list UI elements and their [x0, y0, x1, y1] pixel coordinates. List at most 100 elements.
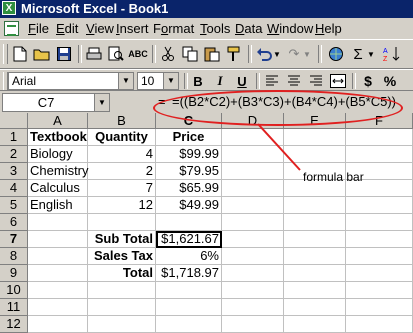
- cell-c4[interactable]: $65.99: [156, 180, 222, 197]
- copy-icon[interactable]: [180, 44, 200, 64]
- open-folder-icon[interactable]: [32, 44, 52, 64]
- row-header-4[interactable]: 4: [0, 180, 28, 197]
- cell-a5[interactable]: English: [28, 197, 88, 214]
- undo-icon[interactable]: [254, 44, 274, 64]
- menu-item[interactable]: Edit: [56, 21, 78, 36]
- cell-c11[interactable]: [156, 299, 222, 316]
- cell-b7[interactable]: Sub Total: [88, 231, 156, 248]
- cell-e1[interactable]: [284, 129, 346, 146]
- redo-icon[interactable]: ↷: [284, 44, 304, 64]
- cell-f12[interactable]: [346, 316, 413, 333]
- cell-b1[interactable]: Quantity: [88, 129, 156, 146]
- column-header-a[interactable]: A: [28, 113, 88, 129]
- row-header-5[interactable]: 5: [0, 197, 28, 214]
- percent-button[interactable]: %: [380, 71, 400, 91]
- underline-button[interactable]: U: [232, 71, 252, 91]
- row-header-8[interactable]: 8: [0, 248, 28, 265]
- cell-b2[interactable]: 4: [88, 146, 156, 163]
- cell-c1[interactable]: Price: [156, 129, 222, 146]
- cell-d6[interactable]: [222, 214, 284, 231]
- cell-d5[interactable]: [222, 197, 284, 214]
- row-header-12[interactable]: 12: [0, 316, 28, 333]
- cell-d8[interactable]: [222, 248, 284, 265]
- cell-f10[interactable]: [346, 282, 413, 299]
- cell-c5[interactable]: $49.99: [156, 197, 222, 214]
- cell-c2[interactable]: $99.99: [156, 146, 222, 163]
- name-box[interactable]: C7 ▼: [2, 93, 110, 112]
- hyperlink-icon[interactable]: [326, 44, 346, 64]
- cell-c12[interactable]: [156, 316, 222, 333]
- cell-e5[interactable]: [284, 197, 346, 214]
- cell-c10[interactable]: [156, 282, 222, 299]
- cell-e7[interactable]: [284, 231, 346, 248]
- cell-d1[interactable]: [222, 129, 284, 146]
- bold-button[interactable]: B: [188, 71, 208, 91]
- cell-a4[interactable]: Calculus: [28, 180, 88, 197]
- sort-ascending-icon[interactable]: AZ: [382, 44, 402, 64]
- align-right-icon[interactable]: [306, 71, 326, 91]
- cell-b6[interactable]: [88, 214, 156, 231]
- cell-d2[interactable]: [222, 146, 284, 163]
- merge-center-icon[interactable]: [328, 71, 348, 91]
- autosum-dropdown-icon[interactable]: ▼: [366, 44, 376, 64]
- align-left-icon[interactable]: [262, 71, 282, 91]
- select-all-corner[interactable]: [0, 113, 28, 129]
- cell-b5[interactable]: 12: [88, 197, 156, 214]
- cell-d9[interactable]: [222, 265, 284, 282]
- cell-d12[interactable]: [222, 316, 284, 333]
- menu-item[interactable]: Data: [235, 21, 262, 36]
- chevron-down-icon[interactable]: ▼: [163, 73, 178, 89]
- cell-b10[interactable]: [88, 282, 156, 299]
- cell-e6[interactable]: [284, 214, 346, 231]
- menu-item[interactable]: Help: [315, 21, 342, 36]
- menu-item[interactable]: File: [28, 21, 49, 36]
- cell-c8[interactable]: 6%: [156, 248, 222, 265]
- cell-a12[interactable]: [28, 316, 88, 333]
- cell-d7[interactable]: [222, 231, 284, 248]
- cell-e12[interactable]: [284, 316, 346, 333]
- spelling-icon[interactable]: ABC: [128, 44, 148, 64]
- cell-d11[interactable]: [222, 299, 284, 316]
- new-document-icon[interactable]: [10, 44, 30, 64]
- menu-item[interactable]: Format: [153, 21, 194, 36]
- toolbar-grip[interactable]: [3, 44, 8, 64]
- row-header-10[interactable]: 10: [0, 282, 28, 299]
- excel-app-icon[interactable]: X: [2, 1, 16, 15]
- cell-a11[interactable]: [28, 299, 88, 316]
- italic-button[interactable]: I: [210, 71, 230, 91]
- cell-e8[interactable]: [284, 248, 346, 265]
- align-center-icon[interactable]: [284, 71, 304, 91]
- cell-d4[interactable]: [222, 180, 284, 197]
- paste-icon[interactable]: [202, 44, 222, 64]
- cell-f1[interactable]: [346, 129, 413, 146]
- cell-e10[interactable]: [284, 282, 346, 299]
- cell-c9[interactable]: $1,718.97: [156, 265, 222, 282]
- cell-a10[interactable]: [28, 282, 88, 299]
- cell-f7[interactable]: [346, 231, 413, 248]
- cell-b3[interactable]: 2: [88, 163, 156, 180]
- font-size-select[interactable]: 10 ▼: [137, 72, 179, 90]
- currency-button[interactable]: $: [358, 71, 378, 91]
- cell-a8[interactable]: [28, 248, 88, 265]
- cell-a3[interactable]: Chemistry: [28, 163, 89, 180]
- cell-a1[interactable]: Textbook: [28, 129, 88, 146]
- save-icon[interactable]: [54, 44, 74, 64]
- cell-a9[interactable]: [28, 265, 88, 282]
- menu-item[interactable]: Insert: [116, 21, 149, 36]
- cell-a6[interactable]: [28, 214, 88, 231]
- redo-dropdown-icon[interactable]: ▼: [302, 44, 312, 64]
- row-header-7[interactable]: 7: [0, 231, 28, 248]
- row-header-2[interactable]: 2: [0, 146, 28, 163]
- menu-item[interactable]: Tools: [200, 21, 230, 36]
- menu-item[interactable]: Window: [267, 21, 313, 36]
- cell-f5[interactable]: [346, 197, 413, 214]
- column-header-b[interactable]: B: [88, 113, 156, 129]
- row-header-3[interactable]: 3: [0, 163, 28, 180]
- row-header-6[interactable]: 6: [0, 214, 28, 231]
- workbook-icon[interactable]: [4, 21, 19, 36]
- chevron-down-icon[interactable]: ▼: [94, 94, 109, 111]
- format-painter-icon[interactable]: [224, 44, 244, 64]
- cell-c6[interactable]: [156, 214, 222, 231]
- print-icon[interactable]: [84, 44, 104, 64]
- row-header-11[interactable]: 11: [0, 299, 28, 316]
